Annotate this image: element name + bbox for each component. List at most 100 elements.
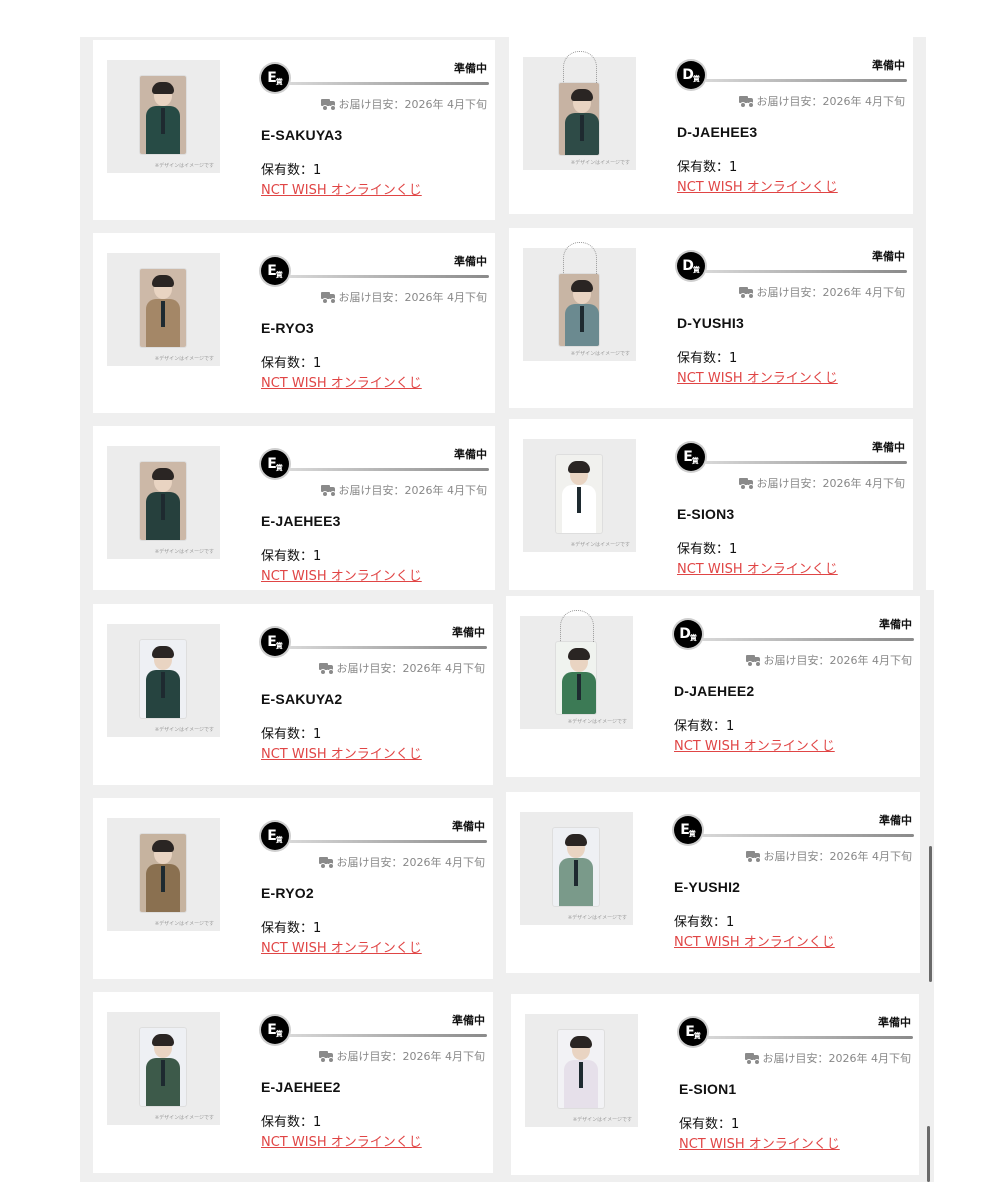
status-label: 準備中	[454, 448, 487, 461]
prize-letter: D	[682, 258, 694, 274]
lottery-link[interactable]: NCT WISH オンラインくじ	[677, 176, 838, 195]
figure-tie	[574, 860, 578, 886]
prize-suffix: 賞	[691, 457, 699, 465]
prize-suffix: 賞	[688, 830, 696, 838]
owned-count: 保有数：1	[261, 727, 322, 742]
image-caption: ※デザインはイメージです	[154, 921, 214, 927]
prize-suffix: 賞	[275, 464, 283, 472]
item-card[interactable]: ※デザインはイメージです E 賞 準備中 お届け目安：2026年 4月下旬 E-YUSHI…	[506, 792, 920, 973]
owned-count: 保有数：1	[261, 356, 322, 371]
product-photo	[559, 83, 599, 155]
item-card[interactable]: ※デザインはイメージです E 賞 準備中 お届け目安：2026年 4月下旬 E-SAKUY…	[93, 604, 493, 785]
item-name: D-JAEHEE2	[674, 683, 755, 699]
product-photo	[140, 269, 186, 347]
prize-letter: E	[267, 828, 277, 844]
product-photo	[556, 642, 596, 714]
product-thumbnail[interactable]: ※デザインはイメージです	[107, 818, 220, 931]
prize-badge-icon: E賞	[261, 257, 289, 285]
item-card[interactable]: ※デザインはイメージです E 賞 準備中 お届け目安：2026年 4月下旬 E-SAKUY…	[93, 40, 495, 220]
product-thumbnail[interactable]: ※デザインはイメージです	[107, 1012, 220, 1125]
delivery-text: お届け目安：2026年 4月下旬	[756, 477, 906, 490]
prize-suffix: 賞	[692, 75, 700, 83]
product-thumbnail[interactable]: ※デザインはイメージです	[520, 812, 633, 925]
progress-line	[702, 834, 914, 837]
product-photo	[556, 455, 602, 533]
product-thumbnail[interactable]: ※デザインはイメージです	[523, 439, 636, 552]
product-thumbnail[interactable]: ※デザインはイメージです	[107, 624, 220, 737]
product-thumbnail[interactable]: ※デザインはイメージです	[520, 610, 633, 729]
prize-suffix: 賞	[275, 642, 283, 650]
prize-suffix: 賞	[275, 271, 283, 279]
lottery-link[interactable]: NCT WISH オンラインくじ	[261, 743, 422, 762]
prize-badge-icon: E賞	[261, 1016, 289, 1044]
product-thumbnail[interactable]: ※デザインはイメージです	[523, 242, 636, 361]
progress-line	[702, 638, 914, 641]
item-name: E-RYO3	[261, 320, 314, 336]
delivery-estimate: お届け目安：2026年 4月下旬	[745, 652, 913, 668]
prize-badge-icon: D賞	[674, 620, 702, 648]
prize-letter: E	[685, 1024, 695, 1040]
item-card[interactable]: ※デザインはイメージです E 賞 準備中 お届け目安：2026年 4月下旬 E-RYO3 保…	[93, 233, 495, 413]
prize-suffix: 賞	[275, 1030, 283, 1038]
item-name: E-RYO2	[261, 885, 314, 901]
item-card[interactable]: ※デザインはイメージです E 賞 準備中 お届け目安：2026年 4月下旬 E-SION3…	[509, 419, 913, 590]
image-caption: ※デザインはイメージです	[570, 160, 630, 166]
lottery-link[interactable]: NCT WISH オンラインくじ	[261, 937, 422, 956]
lottery-link[interactable]: NCT WISH オンラインくじ	[677, 558, 838, 577]
lottery-link[interactable]: NCT WISH オンラインくじ	[261, 179, 422, 198]
figure-hair	[152, 82, 174, 94]
scrollbar-thumb-lower[interactable]	[927, 1126, 930, 1182]
prize-badge-icon: E賞	[261, 628, 289, 656]
product-thumbnail[interactable]: ※デザインはイメージです	[525, 1014, 638, 1127]
lottery-link[interactable]: NCT WISH オンラインくじ	[679, 1133, 840, 1152]
owned-count: 保有数：1	[677, 160, 738, 175]
prize-suffix: 賞	[692, 266, 700, 274]
figure-tie	[161, 108, 165, 134]
delivery-text: お届け目安：2026年 4月下旬	[338, 484, 488, 497]
delivery-estimate: お届け目安：2026年 4月下旬	[744, 1050, 911, 1066]
image-caption: ※デザインはイメージです	[567, 719, 627, 725]
figure-hair	[152, 1034, 174, 1046]
image-caption: ※デザインはイメージです	[567, 915, 627, 921]
lottery-link[interactable]: NCT WISH オンラインくじ	[677, 367, 838, 386]
prize-letter: D	[682, 67, 694, 83]
item-card[interactable]: ※デザインはイメージです E 賞 準備中 お届け目安：2026年 4月下旬 E-JAEHE…	[93, 992, 493, 1173]
delivery-text: お届け目安：2026年 4月下旬	[338, 98, 488, 111]
lottery-link[interactable]: NCT WISH オンラインくじ	[674, 931, 835, 950]
lottery-link[interactable]: NCT WISH オンラインくじ	[261, 372, 422, 391]
item-name: D-JAEHEE3	[677, 124, 758, 140]
image-caption: ※デザインはイメージです	[154, 549, 214, 555]
lottery-link[interactable]: NCT WISH オンラインくじ	[261, 565, 422, 584]
truck-icon	[318, 663, 334, 675]
item-name: E-SION3	[677, 506, 735, 522]
lottery-link[interactable]: NCT WISH オンラインくじ	[261, 1131, 422, 1150]
product-thumbnail[interactable]: ※デザインはイメージです	[107, 60, 220, 173]
progress-line	[289, 82, 489, 85]
prize-letter: E	[267, 456, 277, 472]
scrollbar-thumb[interactable]	[929, 846, 932, 982]
owned-count: 保有数：1	[674, 719, 735, 734]
figure-hair	[152, 468, 174, 480]
delivery-estimate: お届け目安：2026年 4月下旬	[320, 482, 488, 498]
status-label: 準備中	[452, 820, 485, 833]
product-thumbnail[interactable]: ※デザインはイメージです	[107, 253, 220, 366]
delivery-text: お届け目安：2026年 4月下旬	[763, 654, 913, 667]
product-photo	[553, 828, 599, 906]
truck-icon	[744, 1053, 760, 1065]
item-card[interactable]: ※デザインはイメージです E 賞 準備中 お届け目安：2026年 4月下旬 E-SION1…	[511, 994, 919, 1175]
image-caption: ※デザインはイメージです	[154, 356, 214, 362]
product-thumbnail[interactable]: ※デザインはイメージです	[107, 446, 220, 559]
item-card[interactable]: ※デザインはイメージです D 賞 準備中 お届け目安：2026年 4月下旬 D-JAEHE…	[506, 596, 920, 777]
lottery-link[interactable]: NCT WISH オンラインくじ	[674, 735, 835, 754]
progress-line	[289, 1034, 487, 1037]
item-card[interactable]: ※デザインはイメージです E 賞 準備中 お届け目安：2026年 4月下旬 E-RYO2 保…	[93, 798, 493, 979]
product-thumbnail[interactable]: ※デザインはイメージです	[523, 51, 636, 170]
item-card[interactable]: ※デザインはイメージです D 賞 準備中 お届け目安：2026年 4月下旬 D-JAEHE…	[509, 37, 913, 214]
item-card[interactable]: ※デザインはイメージです D 賞 準備中 お届け目安：2026年 4月下旬 D-YUSHI…	[509, 228, 913, 408]
figure-tie	[161, 672, 165, 698]
figure-tie	[161, 494, 165, 520]
delivery-estimate: お届け目安：2026年 4月下旬	[320, 289, 487, 305]
item-card[interactable]: ※デザインはイメージです E 賞 準備中 お届け目安：2026年 4月下旬 E-JAEHE…	[93, 426, 495, 590]
figure-tie	[580, 306, 584, 332]
prize-letter: E	[267, 1022, 277, 1038]
